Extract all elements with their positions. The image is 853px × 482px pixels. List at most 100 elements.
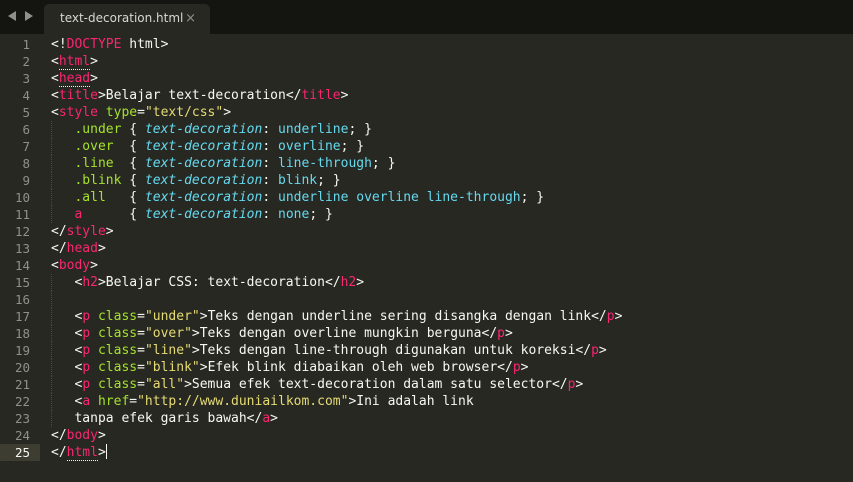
code-token: style [66,224,106,239]
tab-text-decoration-html[interactable]: text-decoration.html × [44,4,210,34]
code-token: "under" [144,309,200,324]
code-token: > [614,309,623,324]
code-token: { [113,156,145,171]
code-token: Semua efek text-decoration dalam satu se… [191,377,552,392]
code-token: > [199,360,208,375]
line-number: 1 [22,37,30,52]
code-token: < [51,88,59,103]
code-token: < [51,71,59,86]
code-token: { [105,190,145,205]
code-token: </ [51,224,67,239]
code-token: ; } [309,207,333,222]
code-token: = [137,105,145,120]
code-token: > [184,377,192,392]
tab-prev-arrow-icon[interactable] [8,11,16,21]
code-token: > [356,275,365,290]
code-line[interactable]: <a href="http://www.duniailkom.com">Ini … [51,393,473,410]
code-token: : [262,122,278,137]
tab-next-arrow-icon[interactable] [25,11,33,21]
code-line[interactable]: <p class="all">Semua efek text-decoratio… [51,376,583,393]
line-number: 5 [22,105,30,120]
code-line[interactable]: a { text-decoration: none; } [51,206,333,223]
code-line[interactable]: </style> [51,223,114,240]
code-token: = [137,309,145,324]
code-token: > [105,224,114,239]
line-number: 23 [14,411,30,426]
code-line[interactable]: </body> [51,427,106,444]
code-token: </ [324,275,341,290]
code-token: Belajar text-decoration [105,88,286,103]
code-token: ; } [371,156,396,171]
code-token: line-through [278,156,372,171]
code-token: </ [51,241,67,256]
code-line[interactable]: .all { text-decoration: underline overli… [51,189,544,206]
code-token: </ [285,88,302,103]
code-token: </ [481,326,498,341]
code-line[interactable]: <title>Belajar text-decoration</title> [51,87,348,104]
code-token: href [97,394,130,409]
code-token: text-decoration [144,190,263,205]
code-token: ; } [348,122,372,137]
code-token: class [97,377,138,392]
code-token: > [90,71,98,86]
code-token: html [58,54,91,70]
code-line[interactable]: .blink { text-decoration: blink; } [51,172,341,189]
code-token: > [598,343,607,358]
code-token: .blink [74,173,122,188]
indent-guide [51,155,52,172]
line-number: 2 [22,54,30,69]
indent-guide [51,325,52,342]
code-token: p [82,377,91,392]
code-line[interactable]: <h2>Belajar CSS: text-decoration</h2> [51,274,364,291]
line-number: 13 [14,241,30,256]
code-line[interactable]: .line { text-decoration: line-through; } [51,155,395,172]
code-token: </ [51,445,67,460]
code-token: blink [278,173,318,188]
text-cursor [105,444,108,459]
code-line[interactable]: <p class="under">Teks dengan underline s… [51,308,622,325]
code-token: p [82,360,91,375]
close-icon[interactable]: × [185,4,196,33]
code-line[interactable]: .under { text-decoration: underline; } [51,121,372,138]
code-line[interactable]: <!DOCTYPE html> [51,36,168,53]
code-token: style [58,105,98,120]
code-line[interactable]: </html> [51,444,108,461]
code-line[interactable]: <p class="line">Teks dengan line-through… [51,342,607,359]
code-line[interactable]: <p class="over">Teks dengan overline mun… [51,325,512,342]
code-token: a [262,411,271,426]
code-token: p [82,309,91,324]
code-line[interactable]: <p class="blink">Efek blink diabaikan ol… [51,359,528,376]
code-line[interactable]: <head> [51,70,98,87]
code-token: > [199,309,208,324]
code-token: : [262,173,278,188]
code-token: "line" [144,343,192,358]
tab-title: text-decoration.html [60,11,184,25]
line-number: 15 [14,275,30,290]
code-token: = [137,377,145,392]
code-editor[interactable]: 1 2 3 4 5 6 7 8 9 10 11 12 13 14 15 16 17 18 19 20 21 22 23 24 2… [0,36,853,482]
code-token: text-decoration [144,139,263,154]
code-token: > [340,88,349,103]
code-line[interactable]: </head> [51,240,106,257]
code-line[interactable]: .over { text-decoration: overline; } [51,138,364,155]
indent-guide [51,121,52,138]
code-line[interactable]: <style type="text/css"> [51,104,231,121]
code-line[interactable]: <html> [51,53,98,70]
code-line[interactable]: tanpa efek garis bawah</a> [51,410,278,427]
code-token: class [97,343,138,358]
code-token: > [97,88,106,103]
code-token: > [90,54,98,69]
tab-bar: text-decoration.html × [0,0,853,34]
code-line[interactable]: <body> [51,257,98,274]
line-number: 16 [14,292,30,307]
code-token: ; } [317,173,341,188]
